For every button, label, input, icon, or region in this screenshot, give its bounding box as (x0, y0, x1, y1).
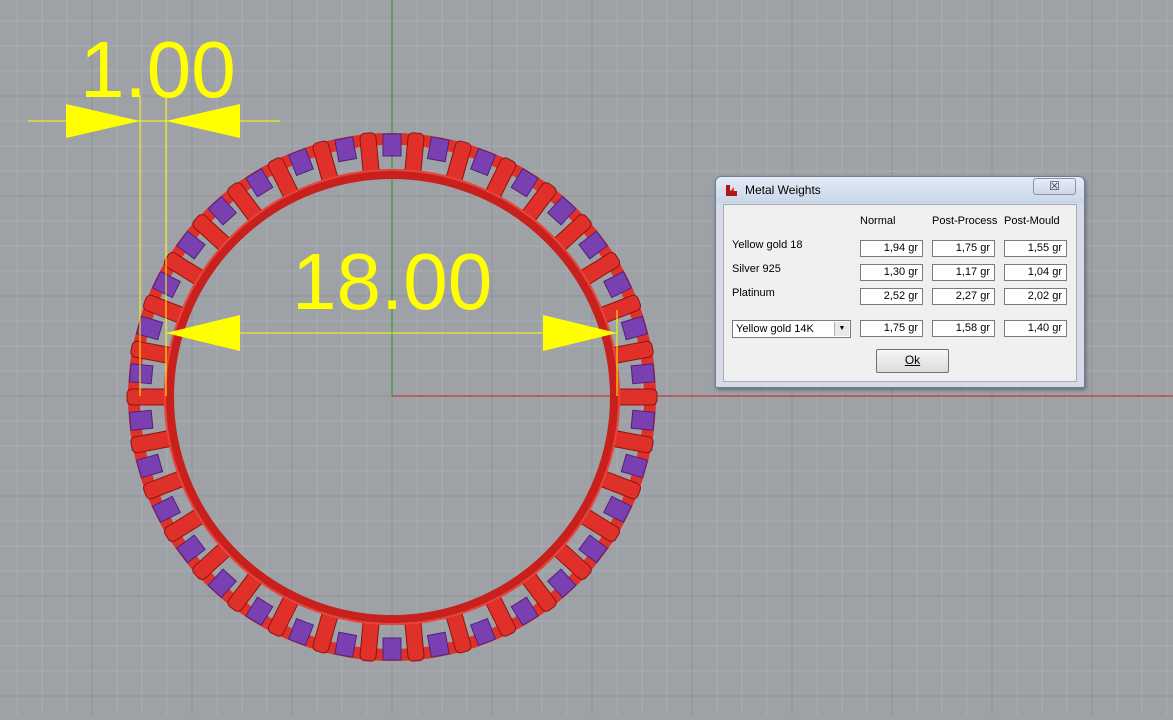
gemstone (382, 637, 402, 661)
dialog-body: Normal Post-Process Post-Mould Yellow go… (723, 204, 1077, 382)
gemstone (630, 409, 656, 431)
weight-post-mould-platinum[interactable]: 2,02 gr (1004, 288, 1067, 305)
weight-post-mould-yellow-gold-18[interactable]: 1,55 gr (1004, 240, 1067, 257)
close-icon: ☒ (1049, 179, 1060, 193)
weight-post-process-yellow-gold-18[interactable]: 1,75 gr (932, 240, 995, 257)
row-label-yellow-gold-18: Yellow gold 18 (732, 239, 803, 251)
weight-post-process-platinum[interactable]: 2,27 gr (932, 288, 995, 305)
ok-button[interactable]: Ok (876, 349, 949, 373)
weight-normal-selected-metal[interactable]: 1,75 gr (860, 320, 923, 337)
column-header-post-process: Post-Process (932, 215, 998, 227)
dialog-titlebar[interactable]: Metal Weights ☒ (716, 177, 1084, 203)
row-label-silver-925: Silver 925 (732, 263, 781, 275)
gemstone (128, 409, 154, 431)
metal-weights-dialog: Metal Weights ☒ Normal Post-Process Post… (715, 176, 1085, 388)
dialog-title: Metal Weights (745, 183, 821, 197)
column-header-post-mould: Post-Mould (1004, 215, 1060, 227)
gemstone (382, 133, 402, 157)
gemstone (630, 363, 656, 385)
close-button[interactable]: ☒ (1033, 178, 1076, 195)
metal-select-value: Yellow gold 14K (736, 323, 814, 335)
chevron-down-icon[interactable]: ▼ (834, 322, 849, 336)
weight-post-mould-silver-925[interactable]: 1,04 gr (1004, 264, 1067, 281)
weight-post-mould-selected-metal[interactable]: 1,40 gr (1004, 320, 1067, 337)
gemstone (128, 363, 154, 385)
dimension-label-diameter: 18.00 (292, 237, 493, 326)
ok-button-label: Ok (904, 353, 921, 367)
gemstone (334, 136, 358, 163)
weight-post-process-selected-metal[interactable]: 1,58 gr (932, 320, 995, 337)
row-label-platinum: Platinum (732, 287, 775, 299)
weight-normal-yellow-gold-18[interactable]: 1,94 gr (860, 240, 923, 257)
weight-post-process-silver-925[interactable]: 1,17 gr (932, 264, 995, 281)
column-header-normal: Normal (860, 215, 896, 227)
gemstone (334, 631, 358, 658)
weight-normal-silver-925[interactable]: 1,30 gr (860, 264, 923, 281)
gemstone (426, 136, 450, 163)
app-icon (726, 185, 737, 196)
metal-select-dropdown[interactable]: Yellow gold 14K ▼ (732, 320, 851, 338)
weight-normal-platinum[interactable]: 2,52 gr (860, 288, 923, 305)
dimension-label-width: 1.00 (80, 25, 236, 114)
gemstone (426, 631, 450, 658)
